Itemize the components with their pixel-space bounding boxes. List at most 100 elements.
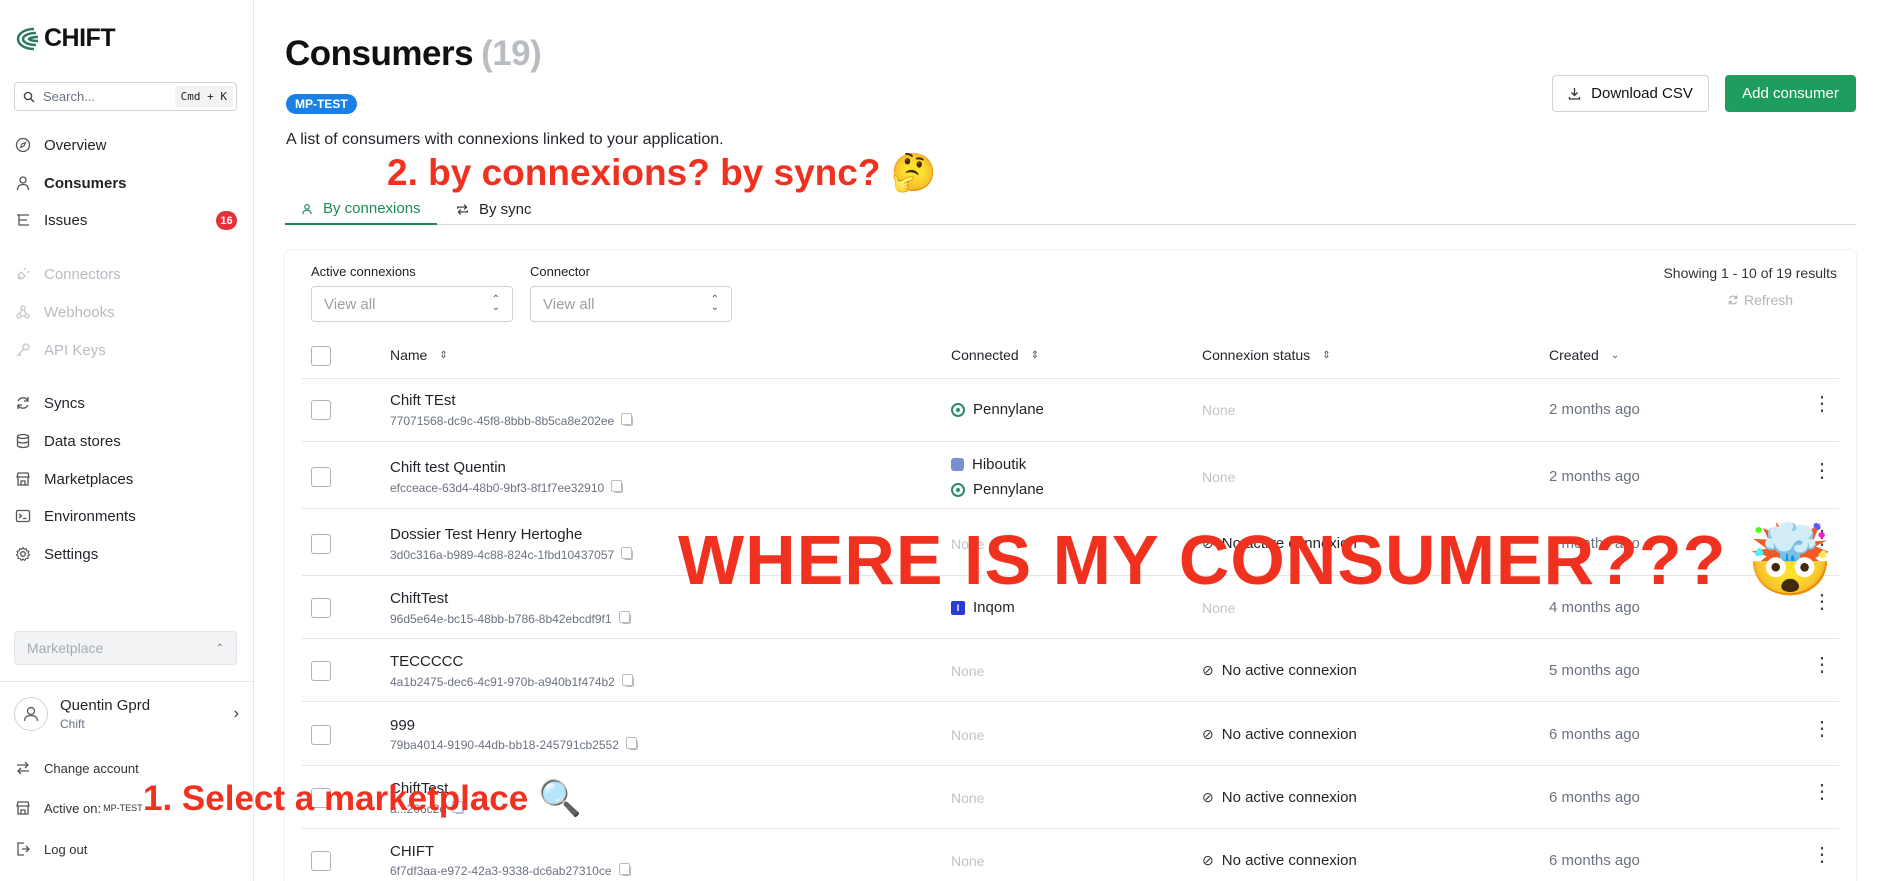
consumer-id: 4a1b2475-dec6-4c91-970b-a940b1f474b2 (390, 674, 634, 689)
compass-icon (14, 136, 32, 154)
row-divider (302, 441, 1839, 442)
row-menu-icon[interactable]: ⋮ (1812, 655, 1832, 675)
annotation-select-marketplace: 1. Select a marketplace 🔍 (143, 779, 582, 818)
view-tabs: By connexions By sync (285, 194, 1856, 225)
annotation-where-consumer: WHERE IS MY CONSUMER??? 🤯 (678, 521, 1835, 599)
created-date: 6 months ago (1549, 726, 1640, 743)
connexion-status: None (1202, 402, 1236, 418)
tab-by-connexions[interactable]: By connexions (285, 194, 437, 225)
consumer-id: 79ba4014-9190-44db-bb18-245791cb2552 (390, 737, 638, 752)
copy-icon[interactable] (625, 737, 638, 750)
user-menu[interactable]: Quentin Gprd Chift › (14, 694, 239, 734)
consumer-id: 96d5e64e-bc15-48bb-b786-8b42ebcdf9f1 (390, 611, 631, 626)
sidebar-item-api-keys[interactable]: API Keys (14, 337, 239, 363)
search-input[interactable]: Search... Cmd + K (14, 82, 237, 111)
row-divider (302, 765, 1839, 766)
connexion-status: None (1202, 469, 1236, 485)
sidebar-item-syncs[interactable]: Syncs (14, 390, 239, 416)
issues-count-badge: 16 (216, 211, 237, 230)
connector-name: Pennylane (973, 401, 1044, 418)
marketplace-select[interactable]: Marketplace ⌃ (14, 631, 237, 665)
copy-icon[interactable] (621, 674, 634, 687)
row-checkbox[interactable] (311, 534, 331, 554)
filter-connector-select[interactable]: View all ⌃ ⌄ (530, 286, 732, 322)
row-checkbox[interactable] (311, 661, 331, 681)
user-name: Quentin Gprd (60, 697, 151, 714)
row-menu-icon[interactable]: ⋮ (1812, 719, 1832, 739)
copy-icon[interactable] (611, 480, 624, 493)
sidebar-item-marketplaces[interactable]: Marketplaces (14, 466, 239, 492)
chevron-right-icon: › (233, 705, 239, 722)
chevron-updown-icon: ⌃ (215, 642, 224, 654)
plug-icon (14, 265, 32, 283)
column-header-label: Connected (951, 347, 1019, 363)
consumer-id-text: 96d5e64e-bc15-48bb-b786-8b42ebcdf9f1 (390, 612, 612, 626)
column-header-created[interactable]: Created ⌄ (1549, 347, 1619, 363)
consumer-id-text: 79ba4014-9190-44db-bb18-245791cb2552 (390, 738, 619, 752)
inqom-icon: I (951, 600, 965, 615)
row-checkbox[interactable] (311, 598, 331, 618)
sidebar-item-issues[interactable]: Issues 16 (14, 207, 239, 233)
filter-active-connexions-select[interactable]: View all ⌃ ⌄ (311, 286, 513, 322)
connexion-status: ⊘ No active connexion (1202, 789, 1357, 806)
row-checkbox[interactable] (311, 725, 331, 745)
key-icon (14, 341, 32, 359)
refresh-icon (1728, 295, 1738, 305)
sidebar-item-settings[interactable]: Settings (14, 541, 239, 567)
store-icon (14, 799, 32, 817)
tab-label: By sync (479, 201, 532, 218)
consumer-name[interactable]: TECCCCC (390, 653, 463, 670)
column-header-connexion-status[interactable]: Connexion status ⇕ (1202, 347, 1331, 363)
copy-icon[interactable] (621, 413, 634, 426)
column-header-label: Connexion status (1202, 347, 1311, 363)
column-header-connected[interactable]: Connected ⇕ (951, 347, 1039, 363)
annotation-tabs-question: 2. by connexions? by sync? 🤔 (387, 152, 937, 193)
sidebar-item-label: Webhooks (44, 303, 115, 321)
row-menu-icon[interactable]: ⋮ (1812, 782, 1832, 802)
consumer-name[interactable]: Chift test Quentin (390, 459, 506, 476)
sidebar-item-consumers[interactable]: Consumers (14, 170, 239, 196)
switch-icon (14, 759, 32, 777)
consumer-name[interactable]: ChiftTest (390, 590, 448, 607)
row-menu-icon[interactable]: ⋮ (1812, 394, 1832, 414)
sidebar-item-data-stores[interactable]: Data stores (14, 428, 239, 454)
logout-link[interactable]: Log out (14, 840, 87, 858)
consumer-id-text: 3d0c316a-b989-4c88-824c-1fbd10437057 (390, 548, 615, 562)
refresh-button[interactable]: Refresh (1727, 292, 1793, 308)
search-placeholder: Search... (43, 89, 96, 104)
row-divider (302, 508, 1839, 509)
sidebar-item-label: Environments (44, 507, 136, 525)
consumer-name[interactable]: CHIFT (390, 843, 434, 860)
consumer-name[interactable]: Chift TEst (390, 392, 456, 409)
add-consumer-button[interactable]: Add consumer (1725, 75, 1856, 112)
row-menu-icon[interactable]: ⋮ (1812, 845, 1832, 865)
download-csv-button[interactable]: Download CSV (1552, 75, 1709, 112)
sidebar-item-environments[interactable]: Environments (14, 503, 239, 529)
sidebar-item-connectors[interactable]: Connectors (14, 261, 239, 287)
active-env-tag: MP-TEST (103, 803, 143, 813)
copy-icon[interactable] (618, 611, 631, 624)
row-menu-icon[interactable]: ⋮ (1812, 461, 1832, 481)
row-checkbox[interactable] (311, 851, 331, 871)
column-header-name[interactable]: Name ⇕ (390, 347, 448, 363)
created-date: 2 months ago (1549, 468, 1640, 485)
consumer-name[interactable]: Dossier Test Henry Hertoghe (390, 526, 582, 543)
consumer-name[interactable]: 999 (390, 717, 415, 734)
sidebar-item-overview[interactable]: Overview (14, 132, 239, 158)
sidebar-item-webhooks[interactable]: Webhooks (14, 299, 239, 325)
row-checkbox[interactable] (311, 400, 331, 420)
logo[interactable]: CHIFT (14, 24, 116, 53)
tab-by-sync[interactable]: By sync (440, 194, 548, 225)
main-content: Consumers (19) MP-TEST A list of consumer… (254, 0, 1887, 881)
avatar (14, 697, 48, 731)
change-account-link[interactable]: Change account (14, 759, 139, 777)
connector-entry: Pennylane (951, 401, 1044, 418)
copy-icon[interactable] (621, 547, 634, 560)
copy-icon[interactable] (618, 863, 631, 876)
filter-value: View all (543, 295, 595, 313)
active-on-label: Active on: (44, 800, 102, 816)
sidebar-item-label: Issues (44, 211, 88, 229)
row-checkbox[interactable] (311, 467, 331, 487)
issues-icon (14, 211, 32, 229)
select-all-checkbox[interactable] (311, 346, 331, 366)
